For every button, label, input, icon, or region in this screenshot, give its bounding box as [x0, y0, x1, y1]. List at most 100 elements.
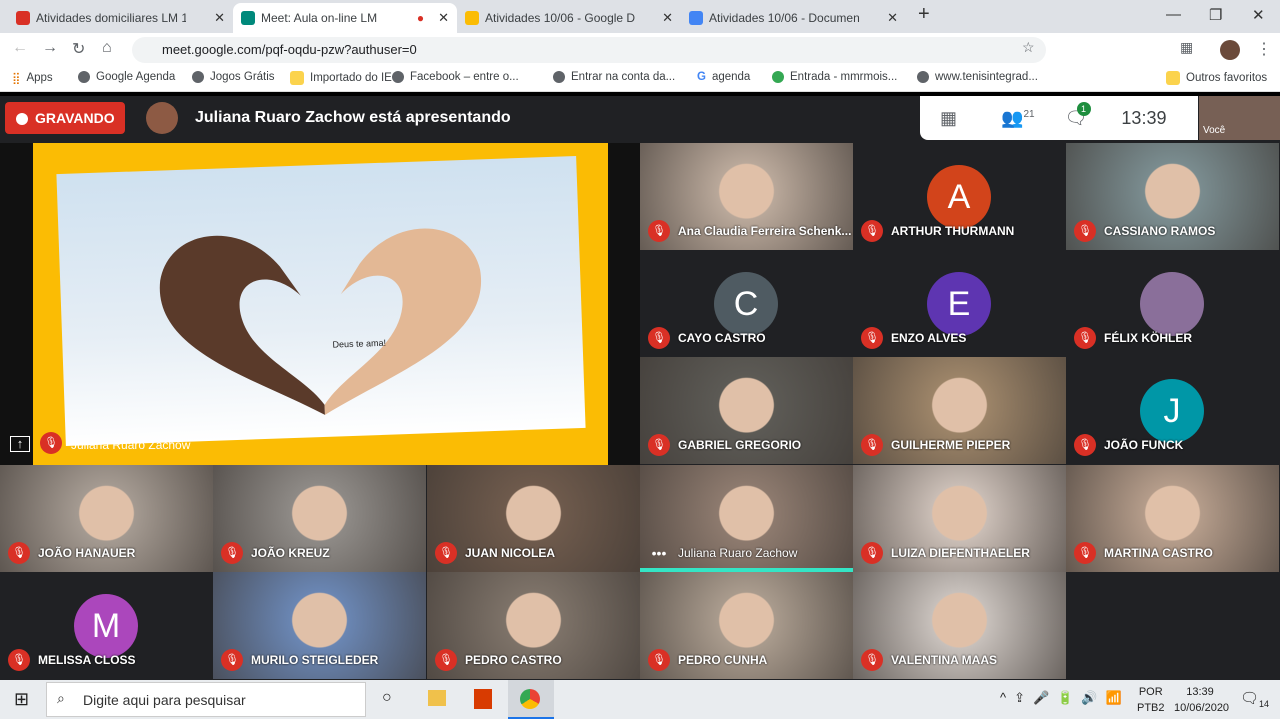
bookmark-item[interactable]: Gagenda — [697, 71, 750, 83]
office-icon[interactable] — [474, 689, 492, 709]
browser-tab[interactable]: Meet: Aula on-line LM ● ✕ — [233, 3, 457, 33]
bookmark-item[interactable]: Entrar na conta da... — [553, 71, 675, 83]
self-view: Você — [1199, 96, 1280, 140]
participant-avatar: M — [74, 594, 138, 658]
chat-badge: 1 — [1076, 101, 1091, 116]
bookmark-item[interactable]: www.tenisintegrad... — [917, 71, 1038, 83]
participant-tile[interactable]: 🎙 MARTINA CASTRO — [1066, 465, 1279, 572]
mic-off-icon: 🎙 — [8, 542, 30, 564]
meet-top-bar: ▦ 👥21 🗨 1 13:39 — [920, 96, 1198, 140]
close-window-button[interactable]: ✕ — [1252, 6, 1265, 24]
participant-avatar: A — [927, 165, 991, 229]
tab-title: Meet: Aula on-line LM — [261, 11, 378, 25]
meet-icon — [241, 11, 255, 25]
participant-tile[interactable]: C 🎙 CAYO CASTRO — [640, 250, 853, 357]
close-tab-icon[interactable]: ✕ — [887, 10, 898, 26]
bookmark-item[interactable]: Jogos Grátis — [192, 71, 275, 83]
participant-tile[interactable]: 🎙 GUILHERME PIEPER — [853, 357, 1066, 464]
other-bookmarks[interactable]: Outros favoritos — [1166, 71, 1267, 85]
present-icon[interactable]: ↑ — [10, 436, 30, 452]
url-input[interactable]: meet.google.com/pqf-oqdu-pzw?authuser=0 — [132, 37, 1046, 63]
back-icon[interactable]: ← — [12, 39, 28, 57]
tray-icons[interactable]: ^⇪🎤🔋🔊📶 — [1000, 690, 1130, 706]
participant-name: MURILO STEIGLEDER — [251, 653, 379, 667]
taskbar-search[interactable]: ⌕ Digite aqui para pesquisar — [46, 682, 366, 717]
participant-tile[interactable]: A 🎙 ARTHUR THURMANN — [853, 143, 1066, 250]
participant-tile[interactable]: 🎙 JOÃO KREUZ — [213, 465, 426, 572]
layout-grid-icon[interactable]: ▦ — [940, 108, 957, 129]
taskbar-clock[interactable]: 13:39 10/06/2020 — [1174, 684, 1229, 716]
bookmark-item[interactable]: Entrada - mmrmois... — [772, 71, 897, 83]
new-tab-button[interactable]: + — [918, 3, 930, 26]
mic-off-icon: 🎙 — [648, 220, 670, 242]
close-tab-icon[interactable]: ✕ — [662, 10, 673, 26]
menu-icon[interactable]: ⋮ — [1256, 39, 1272, 59]
participant-tile[interactable]: 🎙 JOÃO HANAUER — [0, 465, 213, 572]
file-explorer-icon[interactable] — [428, 690, 446, 706]
browser-tab[interactable]: Atividades domiciliares LM 10/06 ✕ — [8, 3, 233, 33]
bookmark-item[interactable]: Facebook – entre o... — [392, 71, 519, 83]
participant-tile[interactable]: 🎙 CASSIANO RAMOS — [1066, 143, 1279, 250]
mic-off-icon: 🎙 — [1074, 220, 1096, 242]
self-label: Você — [1203, 125, 1226, 136]
presentation-tile: Deus te ama! ↑ 🎙 Juliana Ruaro Zachow — [0, 143, 640, 465]
participant-tile[interactable]: 🎙 PEDRO CUNHA — [640, 572, 853, 679]
mic-off-icon: 🎙 — [221, 649, 243, 671]
chrome-taskbar-button[interactable] — [508, 680, 554, 719]
participant-tile[interactable]: 🎙 LUIZA DIEFENTHAELER — [853, 465, 1066, 572]
url-text: meet.google.com/pqf-oqdu-pzw?authuser=0 — [162, 42, 417, 57]
participant-tile[interactable]: J 🎙 JOÃO FUNCK — [1066, 357, 1279, 464]
participant-avatar: C — [714, 272, 778, 336]
participant-tile[interactable]: ••• Juliana Ruaro Zachow — [640, 465, 853, 572]
browser-tab[interactable]: Atividades 10/06 - Google Drive ✕ — [457, 3, 681, 33]
home-icon[interactable]: ⌂ — [102, 39, 112, 57]
forward-icon[interactable]: → — [42, 39, 58, 57]
other-bookmarks-label: Outros favoritos — [1186, 72, 1268, 84]
bookmark-item[interactable]: Importado do IE — [290, 71, 392, 85]
notifications-icon[interactable]: 🗨14 — [1240, 689, 1269, 709]
participant-name: ARTHUR THURMANN — [891, 224, 1015, 238]
tab-bar: Atividades domiciliares LM 10/06✕Meet: A… — [0, 0, 1280, 33]
slide-image: Deus te ama! — [56, 156, 586, 446]
maximize-button[interactable]: ❐ — [1209, 6, 1222, 24]
mic-off-icon: 🎙 — [861, 434, 883, 456]
close-tab-icon[interactable]: ✕ — [438, 10, 449, 26]
participant-tile[interactable]: 🎙 Ana Claudia Ferreira Schenk... — [640, 143, 853, 250]
globe-icon — [553, 71, 565, 83]
participant-tile[interactable]: 🎙 PEDRO CASTRO — [427, 572, 640, 679]
bookmark-star-icon[interactable]: ☆ — [1022, 39, 1035, 56]
bookmark-item[interactable]: Google Agenda — [78, 71, 175, 83]
language-indicator[interactable]: POR PTB2 — [1137, 684, 1165, 716]
participant-tile[interactable]: M 🎙 MELISSA CLOSS — [0, 572, 213, 679]
participant-name: MELISSA CLOSS — [38, 653, 136, 667]
folder-icon — [1166, 71, 1180, 85]
participant-tile[interactable]: 🎙 VALENTINA MAAS — [853, 572, 1066, 679]
participant-name: GUILHERME PIEPER — [891, 438, 1011, 452]
mic-off-icon: 🎙 — [861, 649, 883, 671]
participant-tile[interactable]: E 🎙 ENZO ALVES — [853, 250, 1066, 357]
presenter-name: Juliana Ruaro Zachow — [71, 438, 191, 452]
chrome-icon — [520, 689, 540, 709]
task-view-icon[interactable]: ○ — [382, 689, 392, 707]
participant-avatar — [1140, 272, 1204, 336]
windows-start-icon[interactable]: ⊞ — [14, 689, 29, 710]
mic-off-icon: 🎙 — [861, 542, 883, 564]
chat-button[interactable]: 🗨 1 — [1065, 101, 1091, 129]
profile-avatar[interactable] — [1220, 40, 1240, 60]
minimize-button[interactable]: — — [1166, 6, 1181, 23]
apps-grid-icon[interactable]: ▦ — [1180, 39, 1193, 56]
google-icon: G — [697, 71, 706, 83]
presenting-title: Juliana Ruaro Zachow está apresentando — [195, 109, 511, 126]
mic-off-icon: 🎙 — [648, 327, 670, 349]
browser-tab[interactable]: Atividades 10/06 - Documentos G ✕ — [681, 3, 906, 33]
participant-tile[interactable]: 🎙 FÉLIX KÖHLER — [1066, 250, 1279, 357]
bookmark-item[interactable]: ⣿ Apps — [12, 71, 53, 85]
reload-icon[interactable]: ↻ — [72, 39, 85, 59]
bookmark-label: www.tenisintegrad... — [935, 71, 1038, 83]
people-button[interactable]: 👥21 — [1001, 108, 1035, 129]
participant-avatar: J — [1140, 379, 1204, 443]
participant-tile[interactable]: 🎙 JUAN NICOLEA — [427, 465, 640, 572]
participant-tile[interactable]: 🎙 GABRIEL GREGORIO — [640, 357, 853, 464]
participant-tile[interactable]: 🎙 MURILO STEIGLEDER — [213, 572, 426, 679]
close-tab-icon[interactable]: ✕ — [214, 10, 225, 26]
